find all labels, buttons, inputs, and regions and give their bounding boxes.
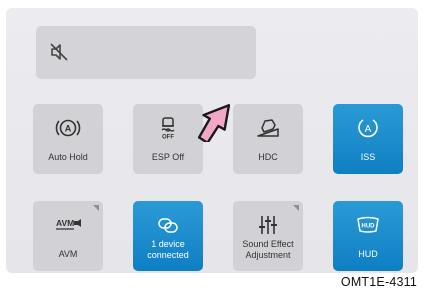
tile-label: HUD: [358, 249, 378, 259]
tile-sound-effect[interactable]: Sound Effect Adjustment: [233, 201, 303, 271]
avm-camera-icon: AVM: [56, 218, 81, 230]
svg-text:HUD: HUD: [362, 224, 376, 230]
more-options-corner: [293, 205, 299, 211]
hill-descent-icon: [257, 119, 279, 137]
pointer-arrow-icon: [197, 104, 231, 142]
idle-stop-start-icon: A: [358, 119, 378, 138]
tile-label: HDC: [258, 152, 278, 162]
tile-label: ISS: [360, 152, 376, 162]
tile-esp-off[interactable]: OFF ESP Off: [133, 104, 203, 174]
volume-bar[interactable]: [36, 26, 256, 79]
hud-icon: HUD: [357, 216, 379, 233]
control-panel-screen: A Auto Hold OFF ESP Off HDC A ISS AVM AV…: [6, 8, 418, 273]
tile-iss[interactable]: A ISS: [333, 104, 403, 174]
tile-hud[interactable]: HUD HUD: [333, 201, 403, 271]
figure-caption: OMT1E-4311: [336, 274, 421, 290]
tile-label-line2: Adjustment: [245, 250, 291, 260]
tile-label-line2: connected: [147, 250, 189, 260]
svg-text:A: A: [365, 124, 372, 135]
link-icon: [158, 218, 178, 233]
esp-off-icon: OFF: [161, 117, 175, 141]
tile-device-connected[interactable]: 1 device connected: [133, 201, 203, 271]
more-options-corner: [93, 205, 99, 211]
tile-label: ESP Off: [151, 152, 185, 162]
tile-label-line1: 1 device: [151, 239, 185, 249]
tile-label: 1 device connected: [133, 239, 203, 261]
tile-label: Sound Effect Adjustment: [233, 239, 303, 261]
equalizer-icon: [259, 216, 277, 234]
tile-label: AVM: [58, 249, 78, 259]
tile-label: Auto Hold: [48, 152, 88, 162]
svg-text:AVM: AVM: [56, 218, 74, 228]
tile-label-line1: Sound Effect: [242, 239, 294, 249]
svg-text:A: A: [65, 124, 72, 134]
svg-text:OFF: OFF: [162, 135, 174, 141]
auto-hold-icon: A: [55, 119, 81, 137]
tile-auto-hold[interactable]: A Auto Hold: [33, 104, 103, 174]
tile-avm[interactable]: AVM AVM: [33, 201, 103, 271]
speaker-muted-icon: [50, 43, 68, 61]
